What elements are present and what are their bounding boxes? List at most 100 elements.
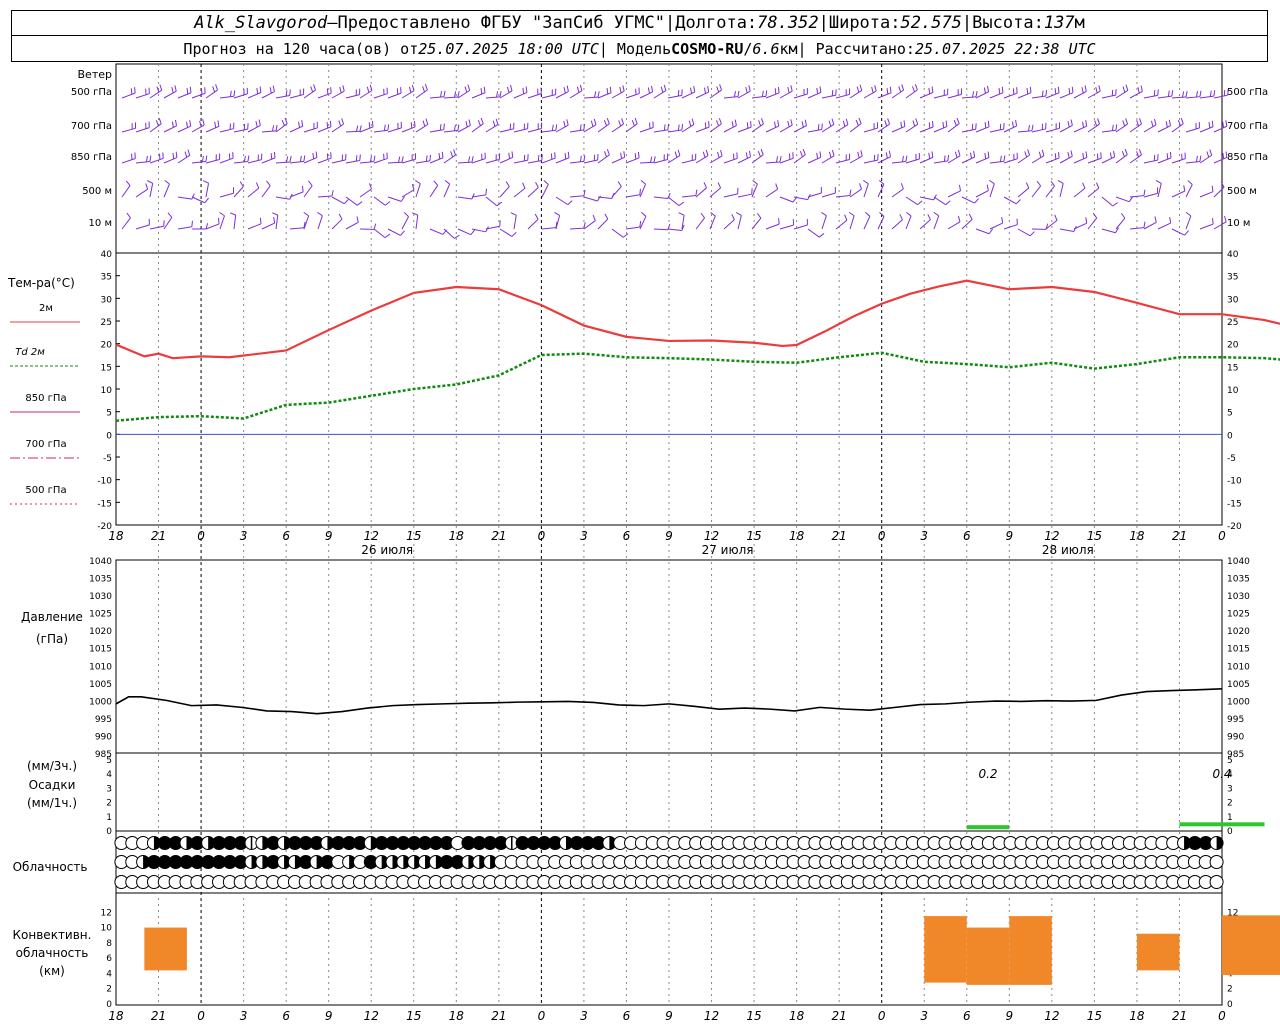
wind-barb [569, 195, 584, 198]
wind-barb [1045, 185, 1055, 198]
wind-barb-flag [1029, 231, 1035, 237]
wind-barb-flag [737, 90, 740, 97]
wind-barb-flag [1199, 90, 1202, 97]
wind-barb [737, 215, 742, 230]
wind-barb [1185, 127, 1200, 133]
wind-barb [1059, 124, 1073, 133]
conv-ytick: 8 [106, 939, 112, 949]
wind-barb-flag [660, 86, 664, 93]
wind-barb-flag [606, 88, 609, 95]
wind-barb-flag [860, 150, 863, 157]
conv-bar [966, 927, 1010, 985]
wind-barb [947, 190, 961, 198]
temp-ytick-right: 0 [1227, 431, 1233, 441]
wind-barb-flag [593, 91, 597, 98]
wind-barb [793, 125, 807, 133]
precip-bar [966, 825, 1010, 830]
wind-barb-flag [945, 120, 948, 127]
wind-level-label-right: 500 м [1227, 186, 1257, 197]
wind-barb-flag [674, 151, 678, 158]
wind-barb-flag [1067, 121, 1070, 128]
wind-barb [443, 228, 455, 239]
wind-barb-flag [677, 124, 680, 131]
wind-barb [331, 218, 343, 230]
conv-ytick-right: 0 [1227, 1000, 1233, 1010]
wind-barb-flag [266, 180, 271, 187]
wind-barb [429, 228, 444, 235]
wind-barb [1115, 154, 1128, 164]
wind-barb-flag [496, 201, 503, 207]
wind-barb-flag [483, 86, 486, 93]
wind-barb-flag [681, 123, 684, 131]
wind-barb-flag [705, 149, 709, 156]
wind-barb [373, 93, 388, 99]
wind-barb-flag [285, 156, 289, 163]
pressure-ytick: 995 [95, 715, 112, 725]
wind-barb-flag [831, 118, 835, 125]
wind-barb [1045, 127, 1060, 133]
wind-barb [653, 129, 668, 133]
wind-barb-flag [219, 211, 225, 217]
wind-barb-flag [172, 152, 175, 160]
wind-barb [961, 156, 975, 164]
wind-barb [779, 224, 794, 230]
wind-barb [765, 161, 780, 164]
wind-barb-flag [471, 156, 474, 163]
conv-ytick: 4 [106, 969, 112, 979]
wind-barb [1003, 158, 1018, 164]
wind-barb-flag [1195, 91, 1199, 98]
wind-barb-flag [454, 234, 460, 239]
wind-barb [345, 221, 359, 230]
wind-barb-flag [537, 155, 540, 162]
wind-barb-flag [765, 90, 768, 97]
wind-barb [261, 91, 275, 99]
temp-ytick-right: 35 [1227, 273, 1238, 283]
wind-barb-flag [1195, 155, 1198, 162]
time-tick: 9 [1005, 529, 1013, 543]
wind-barb-flag [400, 196, 406, 202]
time-tick: 12 [1044, 529, 1059, 543]
wind-barb-flag [1001, 217, 1004, 224]
wind-barb [807, 91, 822, 99]
wind-barb-flag [819, 86, 822, 93]
wind-barb-flag [270, 153, 273, 160]
wind-barb [905, 158, 920, 164]
wind-barb [975, 228, 990, 235]
wind-barb-flag [945, 200, 951, 206]
wind-barb [247, 159, 262, 164]
wind-barb-flag [443, 123, 445, 130]
wind-barb [527, 128, 542, 133]
wind-barb-flag [1169, 151, 1172, 158]
wind-barb-flag [717, 182, 722, 189]
wind-barb-flag [590, 120, 594, 127]
wind-barb [933, 196, 946, 206]
wind-barb [1073, 125, 1087, 133]
wind-barb [723, 219, 735, 230]
wind-barb-flag [125, 180, 131, 186]
wind-barb-flag [289, 156, 292, 163]
wind-barb-flag [1222, 152, 1225, 159]
wind-barb [737, 156, 751, 164]
wind-barb [821, 155, 835, 164]
wind-barb [569, 90, 583, 99]
wind-barb-flag [563, 120, 566, 127]
wind-barb [653, 90, 667, 99]
wind-barb-flag [1001, 86, 1004, 93]
wind-barb [1045, 157, 1060, 164]
wind-barb [233, 186, 244, 198]
pressure-ytick: 1005 [89, 680, 112, 690]
wind-barb-flag [289, 89, 291, 96]
precip-bar [1179, 822, 1265, 827]
wind-barb-flag [718, 118, 722, 125]
wind-barb [695, 217, 705, 230]
wind-barb [625, 93, 640, 99]
wind-barb [527, 187, 539, 198]
wind-barb [919, 156, 934, 164]
wind-barb [1017, 228, 1031, 237]
wind-barb [625, 194, 640, 198]
wind-barb [373, 158, 388, 164]
wind-barb [233, 93, 248, 99]
wind-barb-flag [239, 181, 244, 187]
wind-barb [275, 123, 288, 133]
wind-barb-flag [720, 149, 723, 157]
